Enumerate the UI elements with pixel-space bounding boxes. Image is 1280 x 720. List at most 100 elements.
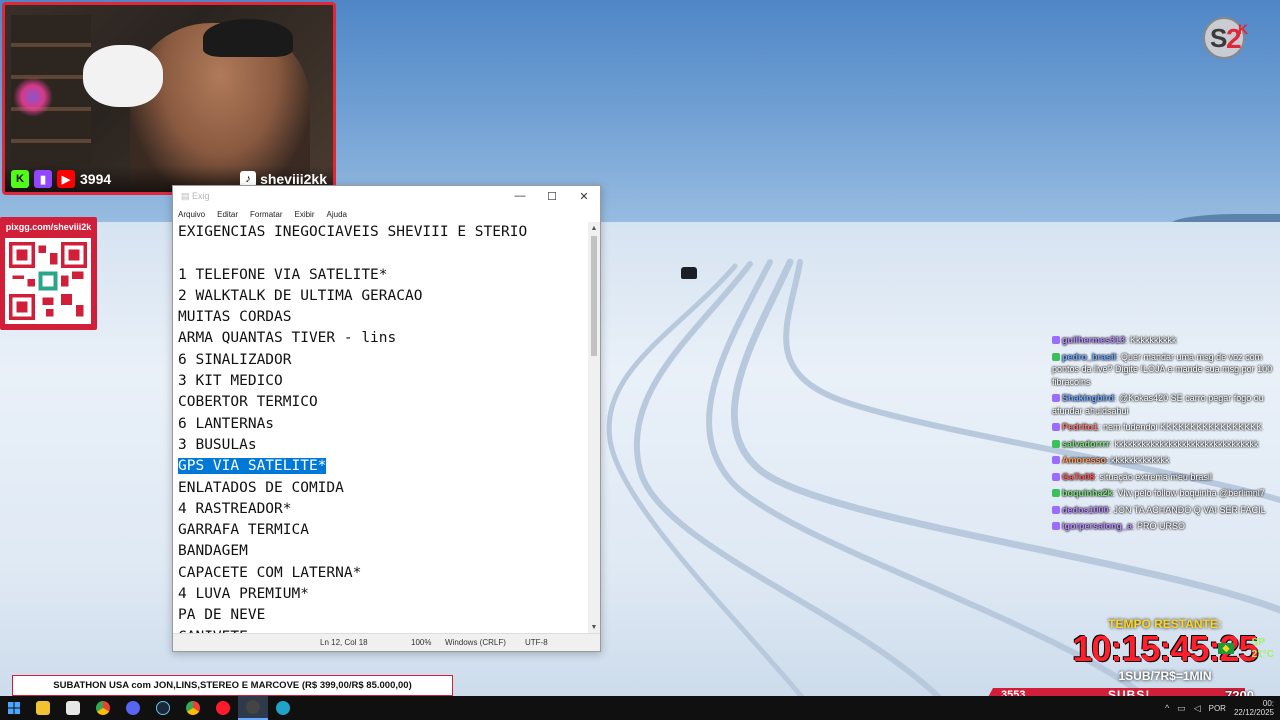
edge-icon[interactable] [268,696,298,720]
text-line[interactable]: BANDAGEM [178,541,588,562]
text-line-content: MUITAS CORDAS [178,309,292,326]
chat-text: : Vlw pelo follow boquinha @berlimnl7 [1112,488,1265,498]
text-line[interactable]: 4 LUVA PREMIUM* [178,584,588,605]
notepad-window[interactable]: ▤ Exig — ☐ ✕ Arquivo Editar Formatar Exi… [172,185,601,652]
chat-message: boquinha2k: Vlw pelo follow boquinha @be… [1052,487,1276,500]
text-line-content: COBERTOR TERMICO [178,394,318,411]
text-line[interactable]: MUITAS CORDAS [178,307,588,328]
text-line[interactable]: 3 KIT MEDICO [178,371,588,392]
youtube-icon: ▶ [57,170,75,188]
network-icon[interactable]: ▭ [1177,703,1186,714]
text-line-content: 1 TELEFONE VIA SATELITE* [178,266,388,283]
weather-readout: SP 21°C [1252,637,1274,661]
menu-editar[interactable]: Editar [217,210,238,219]
menu-formatar[interactable]: Formatar [250,210,282,219]
weather-city: SP [1251,637,1265,648]
chat-message: GaTo08: situação extrema meu brasil [1052,471,1276,484]
steam-icon[interactable] [148,696,178,720]
store-icon[interactable] [58,696,88,720]
text-line[interactable]: ENLATADOS DE COMIDA [178,478,588,499]
chat-message: dedos1000: JON TA ACHANDO Q VAI SER FACI… [1052,504,1276,517]
snow-vehicle [681,267,697,279]
chat-username: Pedrito1 [1062,422,1099,432]
text-line[interactable]: EXIGENCIAS INEGOCIAVEIS SHEVIII E STERIO [178,222,588,243]
chat-message: Pedrito1: nem fudendoi KKKKKKKKKKKKKKKKK [1052,421,1276,434]
notepad-titlebar[interactable]: ▤ Exig — ☐ ✕ [173,186,600,206]
language-indicator[interactable]: POR [1209,704,1226,713]
svg-text:K: K [1238,21,1248,37]
chrome-alt-icon[interactable] [178,696,208,720]
menu-arquivo[interactable]: Arquivo [178,210,205,219]
cam-rgb-lights [13,77,53,117]
text-line[interactable]: COBERTOR TERMICO [178,392,588,413]
chat-text: : nem fudendoi KKKKKKKKKKKKKKKKK [1098,422,1263,432]
file-explorer-icon[interactable] [28,696,58,720]
qr-code-icon [9,242,87,320]
text-line-content: ARMA QUANTAS TIVER - lins [178,330,397,347]
scroll-up-icon[interactable]: ▲ [588,222,600,234]
chat-username: guilhermes313 [1062,335,1126,345]
chat-overlay: guilhermes313: Kkkkkkkkkk pedro_brasil: Q… [1052,334,1276,537]
chat-badge-icon [1052,472,1060,481]
notepad-text-area[interactable]: EXIGENCIAS INEGOCIAVEIS SHEVIII E STERIO… [173,222,588,633]
text-line-content: ENLATADOS DE COMIDA [178,479,344,496]
chrome-icon[interactable] [88,696,118,720]
text-line-content: 6 LANTERNAs [178,415,275,432]
scroll-down-icon[interactable]: ▼ [588,621,600,633]
chat-badge-icon [1052,352,1060,361]
taskbar-clock[interactable]: 00: 22/12/2025 [1234,699,1274,717]
scroll-thumb[interactable] [591,236,597,356]
text-line[interactable]: GARRAFA TERMICA [178,520,588,541]
selected-text-line[interactable]: GPS VIA SATELITE* [178,456,588,477]
chat-badge-icon [1052,505,1060,514]
text-line[interactable]: 6 LANTERNAs [178,414,588,435]
close-button[interactable]: ✕ [568,186,600,206]
minimize-button[interactable]: — [504,186,536,206]
chat-badge-icon [1052,423,1060,431]
chat-badge-icon [1052,522,1060,530]
zoom-level: 100% [411,638,432,647]
menu-ajuda[interactable]: Ajuda [327,210,347,219]
notepad-title-faded: ▤ Exig [181,190,250,201]
vertical-scrollbar[interactable]: ▲ ▼ [588,222,600,633]
text-line[interactable]: 3 BUSULAs [178,435,588,456]
opera-icon[interactable] [208,696,238,720]
maximize-button[interactable]: ☐ [536,186,568,206]
chat-message: Amoresso: kkkkkkkkkkkkk [1052,454,1276,467]
subathon-banner: SUBATHON USA com JON,LINS,STEREO E MARCO… [12,675,453,696]
timer-rate: 1SUB/7R$=1MIN [1118,669,1212,683]
chat-badge-icon [1052,439,1060,448]
chat-username: dedos1000 [1062,504,1109,515]
chevron-up-icon[interactable]: ^ [1165,703,1169,713]
twitch-icon: ▮ [34,170,52,188]
cursor-position: Ln 12, Col 18 [320,638,368,647]
taskbar-date: 22/12/2025 [1233,708,1274,717]
chat-username: igorpersalong_a [1062,521,1133,531]
chat-message: guilhermes313: Kkkkkkkkkk [1052,334,1276,347]
start-button[interactable] [0,696,28,720]
text-line-content: 2 WALKTALK DE ULTIMA GERACAO [178,287,423,304]
pix-qr-panel: pixgg.com/sheviii2k [0,217,97,330]
discord-icon[interactable] [118,696,148,720]
text-line[interactable]: 6 SINALIZADOR [178,350,588,371]
kick-icon: K [11,170,29,188]
text-line[interactable] [178,243,588,264]
text-line-content: 3 KIT MEDICO [178,373,283,390]
chat-badge-icon [1052,394,1060,402]
text-line-content: EXIGENCIAS INEGOCIAVEIS SHEVIII E STERIO [178,224,528,240]
chat-badge-icon [1052,489,1060,497]
pix-url: pixgg.com/sheviii2k [5,222,92,232]
obs-icon[interactable] [238,696,268,720]
chicken-plush [83,45,163,107]
text-line-content: BANDAGEM [178,543,248,560]
chat-badge-icon [1052,456,1060,464]
menu-exibir[interactable]: Exibir [294,210,314,219]
text-line[interactable]: 2 WALKTALK DE ULTIMA GERACAO [178,286,588,307]
text-line[interactable]: 4 RASTREADOR* [178,499,588,520]
text-line[interactable]: CAPACETE COM LATERNA* [178,563,588,584]
text-line[interactable]: PA DE NEVE [178,605,588,626]
volume-icon[interactable]: ◁ [1194,703,1201,714]
text-line[interactable]: ARMA QUANTAS TIVER - lins [178,328,588,349]
svg-text:S: S [1210,23,1227,53]
text-line[interactable]: 1 TELEFONE VIA SATELITE* [178,265,588,286]
